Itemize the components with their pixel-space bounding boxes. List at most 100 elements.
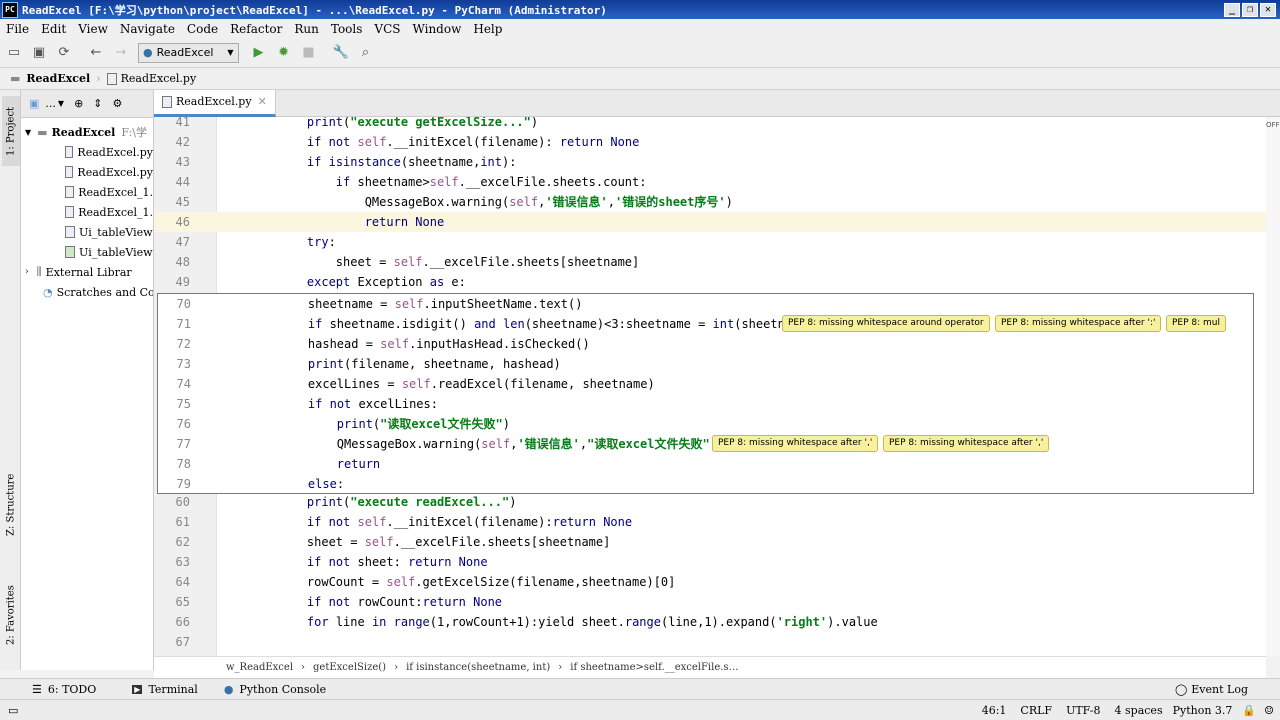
python-interpreter[interactable]: Python 3.7 bbox=[1173, 704, 1233, 717]
python-file-icon bbox=[65, 186, 75, 198]
code-line[interactable]: 67 bbox=[154, 632, 1266, 652]
menu-refactor[interactable]: Refactor bbox=[224, 22, 288, 36]
tree-file[interactable]: Ui_tableView bbox=[21, 242, 153, 262]
code-line[interactable]: 62 sheet = self.__excelFile.sheets[sheet… bbox=[154, 532, 1266, 552]
sync-icon[interactable]: ⟳ bbox=[53, 42, 75, 64]
code-text: sheet = self.__excelFile.sheets[sheetnam… bbox=[278, 255, 640, 269]
menu-help[interactable]: Help bbox=[467, 22, 508, 36]
pycharm-logo: PC bbox=[2, 1, 18, 18]
tree-scratches[interactable]: ◔ Scratches and Co bbox=[21, 282, 153, 302]
code-line[interactable]: 66 for line in range(1,rowCount+1):yield… bbox=[154, 612, 1266, 632]
structure-tool-tab[interactable]: Z: Structure bbox=[2, 460, 20, 550]
tree-file[interactable]: ReadExcel_1. bbox=[21, 182, 153, 202]
python-console-tool-tab[interactable]: Python Console bbox=[239, 683, 326, 696]
window-title: ReadExcel [F:\学习\python\project\ReadExce… bbox=[22, 3, 607, 17]
code-text: if not rowCount:return None bbox=[306, 595, 503, 609]
line-separator[interactable]: CRLF bbox=[1020, 704, 1052, 717]
menu-tools[interactable]: Tools bbox=[325, 22, 369, 36]
run-icon[interactable]: ▶ bbox=[248, 42, 270, 64]
line-number: 63 bbox=[175, 555, 190, 569]
code-line[interactable]: 43 if isinstance(sheetname,int): bbox=[154, 152, 1266, 172]
run-configuration-select[interactable]: ● ReadExcel ▼ bbox=[138, 42, 239, 63]
code-line[interactable]: 61 if not self.__initExcel(filename):ret… bbox=[154, 512, 1266, 532]
menu-bar: File Edit View Navigate Code Refactor Ru… bbox=[0, 19, 1280, 38]
scratches-icon: ◔ bbox=[43, 285, 53, 299]
code-text: if isinstance(sheetname,int): bbox=[306, 155, 517, 169]
close-button[interactable]: ✕ bbox=[1260, 2, 1276, 17]
code-text: if not self.__initExcel(filename): retur… bbox=[306, 135, 640, 149]
crumb-function[interactable]: getExcelSize() bbox=[313, 662, 386, 673]
tree-file[interactable]: Ui_tableView bbox=[21, 222, 153, 242]
tree-root[interactable]: ▼ ▬ ReadExcel F:\学 bbox=[21, 122, 153, 142]
project-tool-tab[interactable]: 1: Project bbox=[2, 96, 20, 166]
tree-file[interactable]: ReadExcel.py bbox=[21, 162, 153, 182]
event-log-tool-tab[interactable]: Event Log bbox=[1191, 683, 1248, 696]
breadcrumb-file[interactable]: ReadExcel.py bbox=[121, 72, 197, 85]
menu-run[interactable]: Run bbox=[288, 22, 325, 36]
inspection-icon[interactable]: ☺ bbox=[1264, 704, 1274, 717]
chevron-down-icon: ▼ bbox=[57, 99, 65, 108]
project-view-dots[interactable]: ... bbox=[45, 97, 56, 110]
back-arrow-icon[interactable]: ← bbox=[85, 42, 107, 64]
code-line[interactable]: 48 sheet = self.__excelFile.sheets[sheet… bbox=[154, 252, 1266, 272]
file-encoding[interactable]: UTF-8 bbox=[1066, 704, 1100, 717]
layout-toggle-icon[interactable]: ▭ bbox=[8, 704, 18, 717]
crumb-class[interactable]: w_ReadExcel bbox=[226, 662, 293, 673]
tree-file[interactable]: ReadExcel.py bbox=[21, 142, 153, 162]
file-label: ReadExcel.py bbox=[77, 165, 153, 179]
code-text: for line in range(1,rowCount+1):yield sh… bbox=[306, 615, 878, 629]
code-line[interactable]: 41 print("execute getExcelSize...") bbox=[154, 117, 1266, 132]
code-line[interactable]: 44 if sheetname>self.__excelFile.sheets.… bbox=[154, 172, 1266, 192]
favorites-tool-tab[interactable]: 2: Favorites bbox=[2, 570, 20, 660]
code-line[interactable]: 63 if not sheet: return None bbox=[154, 552, 1266, 572]
code-line[interactable]: 46 return None bbox=[154, 212, 1266, 232]
main-toolbar: ▭ ▣ ⟳ ← → ● ReadExcel ▼ ▶ ✹ ■ 🔧 ⌕ bbox=[0, 38, 1280, 68]
code-line[interactable]: 60 print("execute readExcel...") bbox=[154, 492, 1266, 512]
code-line[interactable]: 42 if not self.__initExcel(filename): re… bbox=[154, 132, 1266, 152]
open-folder-icon[interactable]: ▭ bbox=[3, 42, 25, 64]
caret-position[interactable]: 46:1 bbox=[982, 704, 1007, 717]
code-line[interactable]: 47 try: bbox=[154, 232, 1266, 252]
terminal-tool-tab[interactable]: Terminal bbox=[148, 683, 197, 696]
gear-icon[interactable]: ⚙ bbox=[113, 97, 123, 110]
python-file-icon bbox=[106, 72, 117, 85]
menu-navigate[interactable]: Navigate bbox=[114, 22, 181, 36]
python-console-icon: ● bbox=[223, 682, 234, 696]
code-line[interactable]: 45 QMessageBox.warning(self,'错误信息','错误的s… bbox=[154, 192, 1266, 212]
scratches-label: Scratches and Co bbox=[56, 285, 154, 299]
wrench-icon[interactable]: 🔧 bbox=[330, 42, 352, 64]
indent-setting[interactable]: 4 spaces bbox=[1115, 704, 1163, 717]
root-name: ReadExcel bbox=[51, 125, 116, 139]
code-line[interactable]: 64 rowCount = self.getExcelSize(filename… bbox=[154, 572, 1266, 592]
code-text: print("execute getExcelSize...") bbox=[306, 117, 539, 129]
forward-arrow-icon[interactable]: → bbox=[110, 42, 132, 64]
stop-icon[interactable]: ■ bbox=[298, 42, 320, 64]
tab-readexcel-py[interactable]: ReadExcel.py ✕ bbox=[154, 89, 276, 117]
collapse-icon[interactable]: ⇕ bbox=[93, 97, 102, 110]
debug-icon[interactable]: ✹ bbox=[273, 42, 295, 64]
save-icon[interactable]: ▣ bbox=[28, 42, 50, 64]
crumb-if-1[interactable]: if isinstance(sheetname, int) bbox=[406, 662, 550, 673]
breadcrumb-project[interactable]: ReadExcel bbox=[26, 72, 90, 85]
crumb-if-2[interactable]: if sheetname>self.__excelFile.s… bbox=[570, 662, 738, 673]
menu-vcs[interactable]: VCS bbox=[368, 22, 406, 36]
code-line[interactable]: 49 except Exception as e: bbox=[154, 272, 1266, 292]
minimize-button[interactable]: _ bbox=[1224, 2, 1240, 17]
maximize-button[interactable]: ❐ bbox=[1242, 2, 1258, 17]
search-icon[interactable]: ⌕ bbox=[355, 42, 377, 64]
library-icon: ⫼ bbox=[36, 265, 42, 278]
tree-file[interactable]: ReadExcel_1. bbox=[21, 202, 153, 222]
code-line[interactable]: 65 if not rowCount:return None bbox=[154, 592, 1266, 612]
chevron-down-icon: ▼ bbox=[227, 48, 234, 57]
project-view-icon[interactable]: ▣ bbox=[29, 97, 39, 110]
todo-tool-tab[interactable]: 6: TODO bbox=[48, 683, 96, 696]
menu-file[interactable]: File bbox=[0, 22, 35, 36]
close-icon[interactable]: ✕ bbox=[258, 95, 267, 108]
menu-window[interactable]: Window bbox=[406, 22, 467, 36]
menu-edit[interactable]: Edit bbox=[35, 22, 72, 36]
lock-icon[interactable]: 🔒 bbox=[1242, 704, 1256, 717]
tree-external-libraries[interactable]: › ⫼ External Librar bbox=[21, 262, 153, 282]
menu-view[interactable]: View bbox=[72, 22, 114, 36]
menu-code[interactable]: Code bbox=[181, 22, 224, 36]
locate-icon[interactable]: ⊕ bbox=[74, 97, 83, 110]
